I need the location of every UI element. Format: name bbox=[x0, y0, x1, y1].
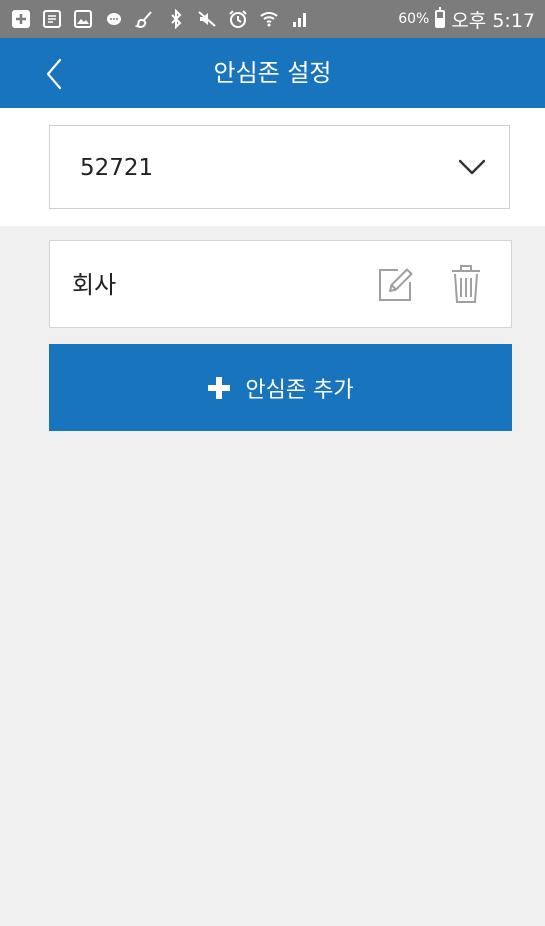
chat-bubble-icon bbox=[103, 8, 125, 30]
delete-zone-button[interactable] bbox=[450, 264, 482, 304]
broom-icon bbox=[134, 8, 156, 30]
device-selector-section: 52721 bbox=[0, 108, 545, 226]
device-dropdown[interactable]: 52721 bbox=[49, 125, 510, 209]
trash-icon bbox=[452, 265, 480, 303]
device-dropdown-value: 52721 bbox=[80, 155, 154, 181]
zone-list-item: 회사 bbox=[49, 240, 512, 328]
zone-list-area: 회사 안심존 추가 bbox=[0, 226, 545, 926]
zone-name: 회사 bbox=[72, 271, 117, 299]
bluetooth-icon bbox=[165, 8, 187, 30]
edit-icon bbox=[379, 268, 413, 301]
alarm-icon bbox=[227, 8, 249, 30]
add-zone-label: 안심존 추가 bbox=[245, 377, 354, 403]
mute-icon bbox=[196, 8, 218, 30]
add-box-icon bbox=[10, 8, 32, 30]
chevron-down-icon bbox=[458, 159, 486, 175]
signal-icon bbox=[289, 8, 311, 30]
image-icon bbox=[72, 8, 94, 30]
wifi-icon bbox=[258, 8, 280, 30]
note-icon bbox=[41, 8, 63, 30]
edit-zone-button[interactable] bbox=[376, 266, 414, 304]
page-title: 안심존 설정 bbox=[213, 59, 332, 87]
add-zone-button[interactable]: 안심존 추가 bbox=[49, 344, 512, 431]
battery-percent: 60% bbox=[398, 11, 430, 27]
app-bar: 안심존 설정 bbox=[0, 38, 545, 108]
status-bar: 60% 오후 5:17 bbox=[0, 0, 545, 38]
notification-icons bbox=[0, 8, 311, 30]
battery-icon bbox=[435, 7, 446, 28]
plus-icon bbox=[208, 376, 231, 399]
clock: 오후 5:17 bbox=[451, 9, 535, 32]
